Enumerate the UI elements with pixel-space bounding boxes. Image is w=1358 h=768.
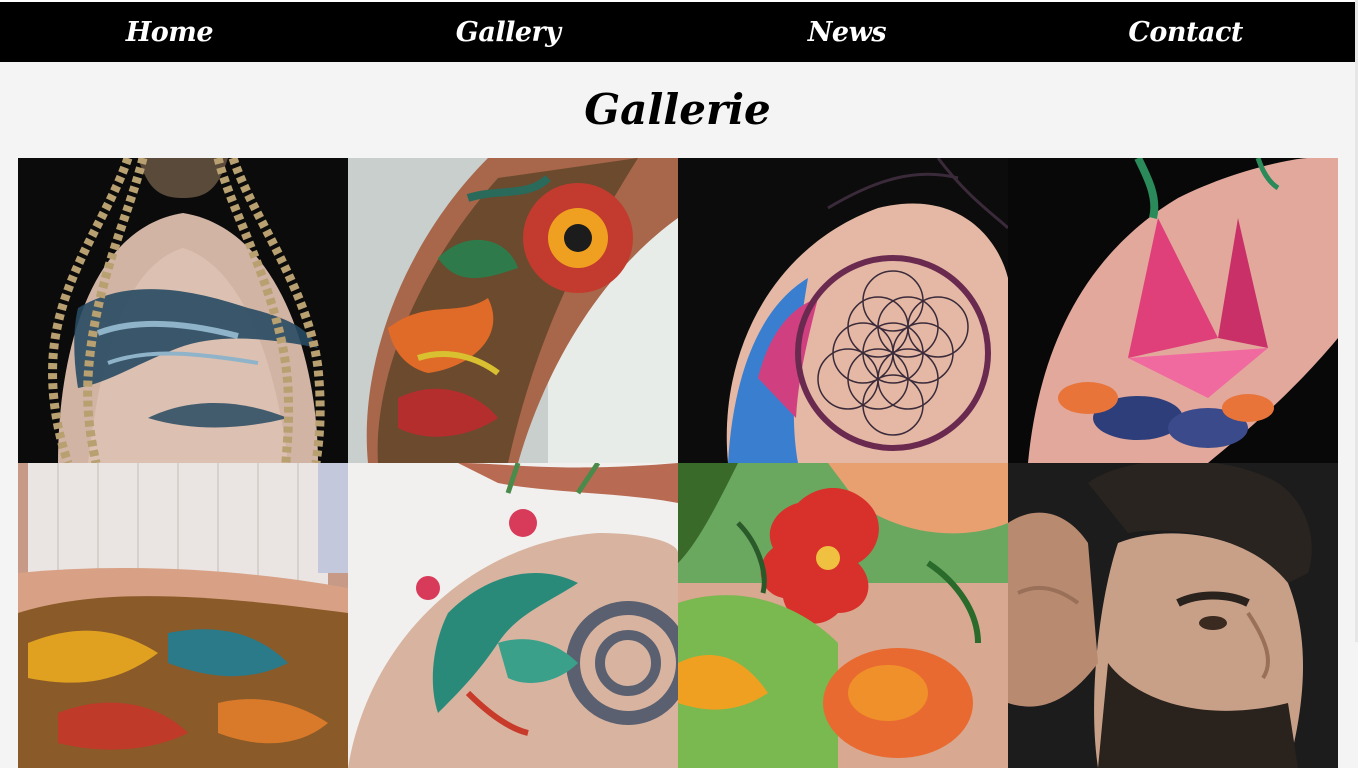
gallery-image-7[interactable] (678, 463, 1008, 768)
tattoo-photo-sleeve (18, 463, 348, 768)
tattoo-photo-arm-origami-crane (1008, 158, 1338, 463)
tattoo-photo-shoulder-geometric (678, 158, 1008, 463)
tattoo-photo-hibiscus (678, 463, 1008, 768)
nav-news-link[interactable]: News (678, 2, 1017, 62)
gallery-image-2[interactable] (348, 158, 678, 463)
gallery-image-6[interactable] (348, 463, 678, 768)
tattoo-photo-back-tribal (18, 158, 348, 463)
gallery-image-1[interactable] (18, 158, 348, 463)
tattoo-photo-shoulder-dragon (348, 463, 678, 768)
tattoo-photo-bearded-man (1008, 463, 1338, 768)
gallery-image-8[interactable] (1008, 463, 1338, 768)
main-navigation: Home Gallery News Contact (0, 2, 1355, 62)
page-title: Gallerie (584, 85, 771, 134)
nav-home-link[interactable]: Home (0, 2, 339, 62)
gallery-image-4[interactable] (1008, 158, 1338, 463)
nav-contact-link[interactable]: Contact (1016, 2, 1355, 62)
gallery-image-3[interactable] (678, 158, 1008, 463)
tattoo-photo-arm-dragon (348, 158, 678, 463)
nav-gallery-link[interactable]: Gallery (339, 2, 678, 62)
gallery-image-5[interactable] (18, 463, 348, 768)
gallery-grid (18, 158, 1338, 768)
